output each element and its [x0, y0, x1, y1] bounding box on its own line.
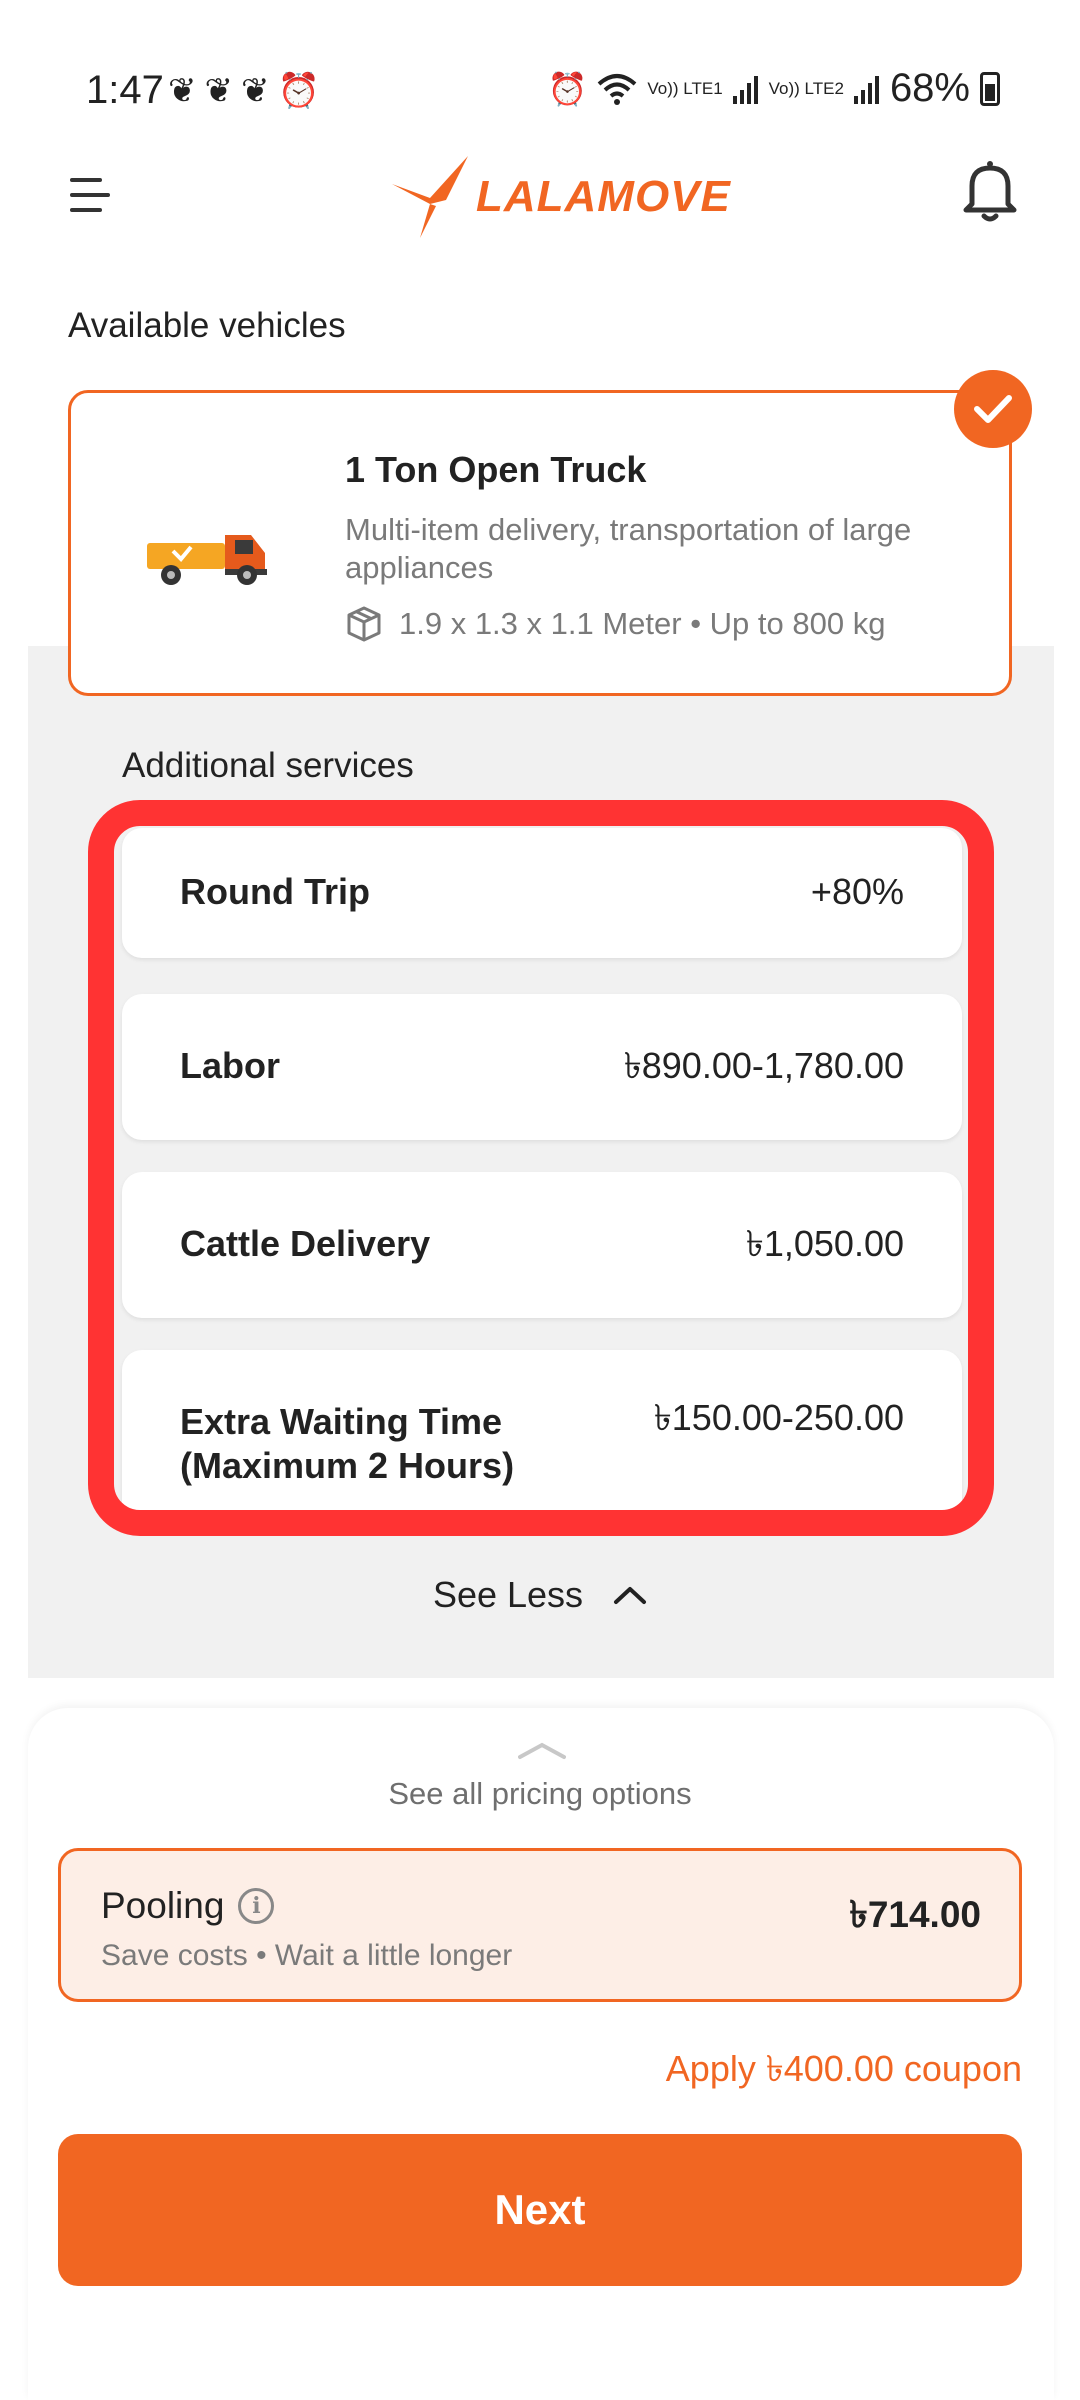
signal-icon [732, 75, 758, 104]
bell-icon[interactable] [960, 156, 1020, 226]
app-header: LALAMOVE [0, 130, 1080, 260]
vehicles-section-title: Available vehicles [68, 306, 346, 345]
bird-logo-icon [392, 156, 468, 238]
vehicle-dimensions: 1.9 x 1.3 x 1.1 Meter • Up to 800 kg [345, 605, 885, 643]
sheet-handle-chevron-up-icon[interactable] [518, 1740, 566, 1760]
lte1-indicator: Vo)) LTE1 [647, 78, 723, 98]
open-truck-icon [147, 535, 267, 585]
app-notification-icon: ❦ [204, 72, 234, 110]
logo-text: LALAMOVE [476, 172, 731, 221]
selected-check-icon [954, 370, 1032, 448]
notification-icons: ❦ ❦ ❦ ⏰ [168, 74, 320, 108]
additional-services-title: Additional services [122, 746, 414, 785]
status-bar: 1:47 ❦ ❦ ❦ ⏰ ⏰ Vo)) LTE1 Vo)) LTE2 68% [0, 0, 1080, 130]
next-button[interactable]: Next [58, 2134, 1022, 2286]
vehicle-dimensions-text: 1.9 x 1.3 x 1.1 Meter • Up to 800 kg [399, 606, 886, 641]
vehicle-description: Multi-item delivery, transportation of l… [345, 512, 912, 585]
app-notification-icon: ❦ [168, 72, 197, 110]
vehicle-card-selected[interactable]: 1 Ton Open Truck Multi-item delivery, tr… [68, 390, 1012, 696]
apply-coupon-link[interactable]: Apply ৳400.00 coupon [666, 2042, 1022, 2102]
alarm-icon: ⏰ [277, 72, 320, 110]
highlight-frame [88, 800, 994, 1536]
signal-icon [853, 75, 879, 104]
see-all-pricing-options[interactable]: See all pricing options [0, 1776, 1080, 1812]
status-time: 1:47 [86, 68, 164, 112]
lte2-indicator: Vo)) LTE2 [768, 78, 844, 98]
pooling-title-row: Pooling i [101, 1885, 275, 1927]
pooling-price: ৳714.00 [849, 1894, 981, 1935]
pooling-title: Pooling [101, 1885, 225, 1926]
info-icon[interactable]: i [238, 1888, 275, 1924]
alarm-icon: ⏰ [547, 70, 588, 107]
box-icon [347, 606, 381, 642]
app-notification-icon: ❦ [241, 72, 270, 110]
see-less-button[interactable]: See Less [0, 1574, 1080, 1616]
battery-percent: 68% [889, 66, 970, 110]
lalamove-logo: LALAMOVE [390, 152, 731, 242]
pooling-subtitle: Save costs • Wait a little longer [101, 1939, 513, 1972]
vehicle-name: 1 Ton Open Truck [345, 449, 647, 490]
chevron-up-icon [614, 1587, 647, 1604]
hamburger-menu-icon[interactable] [70, 178, 112, 214]
battery-icon [980, 71, 1000, 106]
see-less-label: See Less [432, 1574, 584, 1615]
pricing-option-pooling[interactable]: Pooling i Save costs • Wait a little lon… [58, 1848, 1022, 2002]
wifi-icon [598, 73, 637, 105]
system-status: ⏰ Vo)) LTE1 Vo)) LTE2 68% [548, 66, 1000, 111]
